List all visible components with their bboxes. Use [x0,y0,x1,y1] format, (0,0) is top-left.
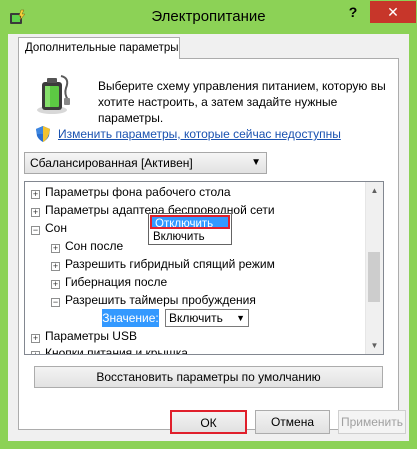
tree-item-label: Сон после [65,239,124,253]
collapse-icon[interactable]: − [51,298,60,307]
tab-advanced-settings[interactable]: Дополнительные параметры [18,37,180,59]
close-button[interactable]: ✕ [370,1,416,23]
value-label: Значение: [102,309,159,327]
tree-item-label: Кнопки питания и крышка [45,346,188,355]
power-options-window: Электропитание ? ✕ Дополнительные параме… [0,0,417,449]
power-scheme-select[interactable]: Сбалансированная [Активен] ▼ [24,152,267,174]
tree-item-sleep[interactable]: − Сон [31,219,67,237]
value-selected: Включить [169,311,223,325]
value-select[interactable]: Включить ▼ [165,309,249,327]
tree-item-label: Разрешить гибридный спящий режим [65,257,275,271]
expand-icon[interactable]: + [31,334,40,343]
expand-icon[interactable]: + [51,244,60,253]
expand-icon[interactable]: + [31,190,40,199]
settings-tree[interactable]: + Параметры фона рабочего стола + Параметр… [24,181,384,355]
tree-item-label: Разрешить таймеры пробуждения [65,293,256,307]
tree-item-power-buttons[interactable]: + Кнопки питания и крышка [31,344,188,355]
chevron-down-icon: ▼ [251,157,261,168]
tree-item-hybrid-sleep[interactable]: + Разрешить гибридный спящий режим [51,255,275,273]
battery-icon [37,75,70,114]
expand-icon[interactable]: + [31,208,40,217]
chevron-down-icon: ▼ [236,313,245,323]
power-scheme-value: Сбалансированная [Активен] [30,156,193,170]
option-enable[interactable]: Включить [150,230,230,244]
expand-icon[interactable]: + [51,280,60,289]
dialog-client: Дополнительные параметры Выберите схему … [8,34,409,441]
help-button[interactable]: ? [344,2,362,24]
tree-item-wake-timers[interactable]: − Разрешить таймеры пробуждения [51,291,256,309]
cancel-button[interactable]: Отмена [255,410,330,434]
uac-shield-icon [36,126,50,142]
ok-button[interactable]: ОК [170,410,247,434]
description-text: Выберите схему управления питанием, кото… [98,79,386,125]
value-dropdown-list: Отключить Включить [148,213,232,245]
tree-item-label: Параметры USB [45,329,137,343]
apply-button[interactable]: Применить [338,410,406,434]
tree-item-desktop-background[interactable]: + Параметры фона рабочего стола [31,183,231,201]
tree-item-usb-settings[interactable]: + Параметры USB [31,327,137,345]
scroll-down-icon[interactable]: ▼ [366,337,383,354]
tree-item-label: Параметры фона рабочего стола [45,185,231,199]
restore-defaults-button[interactable]: Восстановить параметры по умолчанию [34,366,383,388]
tree-item-label: Гибернация после [65,275,168,289]
change-unavailable-settings-link[interactable]: Изменить параметры, которые сейчас недос… [58,127,341,141]
tree-item-hibernate-after[interactable]: + Гибернация после [51,273,167,291]
scrollbar-thumb[interactable] [368,252,380,302]
tree-item-sleep-after[interactable]: + Сон после [51,237,123,255]
tree-item-label: Сон [45,221,67,235]
scroll-up-icon[interactable]: ▲ [366,182,383,199]
expand-icon[interactable]: + [51,262,60,271]
expand-icon[interactable]: + [31,351,40,354]
title-bar[interactable]: Электропитание ? ✕ [0,0,417,34]
option-disable[interactable]: Отключить [150,215,230,230]
tree-scrollbar[interactable]: ▲ ▼ [365,182,383,354]
collapse-icon[interactable]: − [31,226,40,235]
